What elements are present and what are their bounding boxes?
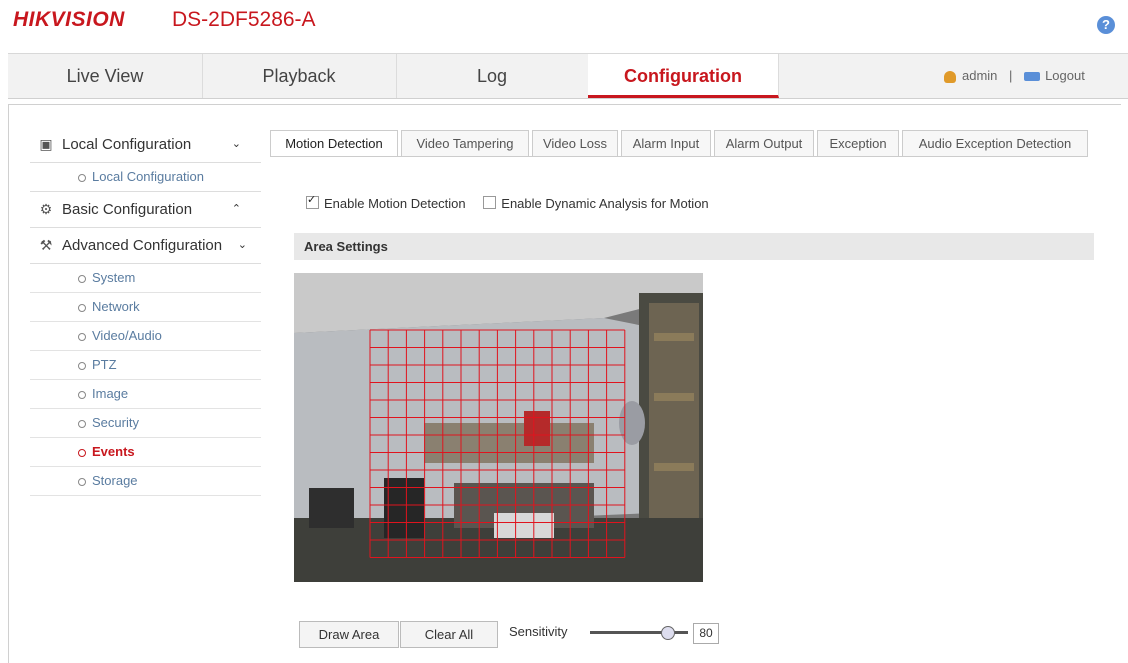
sidebar-section-label: Basic Configuration xyxy=(62,201,193,218)
video-scene xyxy=(294,273,703,582)
sidebar-item-label: Video/Audio xyxy=(92,328,162,343)
bullet-icon xyxy=(78,419,86,428)
sidebar-item-video-audio[interactable]: Video/Audio xyxy=(30,322,261,351)
sidebar-section-basic[interactable]: ⚙ Basic Configuration ⌃ xyxy=(30,192,261,228)
header: HIKVISION DS-2DF5286-A ? xyxy=(0,0,1128,40)
chevron-down-icon[interactable]: ⌄ xyxy=(232,127,241,162)
sensitivity-value[interactable]: 80 xyxy=(693,623,719,644)
draw-area-button[interactable]: Draw Area xyxy=(299,621,399,648)
sidebar-section-label: Advanced Configuration xyxy=(62,237,223,254)
video-preview[interactable] xyxy=(294,273,703,582)
chevron-up-icon[interactable]: ⌃ xyxy=(232,192,241,227)
user-box: admin | Logout xyxy=(944,54,1085,98)
user-icon xyxy=(944,70,956,83)
logout-icon[interactable] xyxy=(1024,72,1041,82)
question-icon[interactable]: ? xyxy=(1097,16,1115,34)
sidebar-section-local[interactable]: ▣ Local Configuration ⌄ xyxy=(30,127,261,163)
bullet-icon xyxy=(78,361,86,370)
hikvision-logo: HIKVISION xyxy=(13,8,125,31)
bullet-icon xyxy=(78,274,86,283)
sidebar-item-image[interactable]: Image xyxy=(30,380,261,409)
nav-separator: | xyxy=(1009,68,1013,83)
sidebar: ▣ Local Configuration ⌄ Local Configurati… xyxy=(30,127,261,496)
sidebar-item-label: PTZ xyxy=(92,357,117,372)
enable-dynamic-checkbox[interactable] xyxy=(483,196,497,209)
sidebar-item-label: Security xyxy=(92,415,139,430)
sidebar-item-label: Storage xyxy=(92,473,138,488)
wrench-icon: ⚒ xyxy=(39,237,53,253)
tab-configuration[interactable]: Configuration xyxy=(588,54,779,98)
bullet-icon xyxy=(78,303,86,312)
area-settings-header: Area Settings xyxy=(294,233,1094,260)
sidebar-item-label: Events xyxy=(92,444,135,459)
sidebar-item-label: System xyxy=(92,270,136,285)
sidebar-item-system[interactable]: System xyxy=(30,264,261,293)
chevron-down-icon[interactable]: ⌄ xyxy=(238,228,247,263)
clear-all-button[interactable]: Clear All xyxy=(400,621,498,648)
gear-icon: ⚙ xyxy=(39,201,53,217)
sidebar-item-network[interactable]: Network xyxy=(30,293,261,322)
sidebar-item-label: Local Configuration xyxy=(92,169,205,184)
sidebar-item-ptz[interactable]: PTZ xyxy=(30,351,261,380)
bullet-icon xyxy=(78,173,86,182)
sidebar-item-label: Image xyxy=(92,386,129,401)
tab-log[interactable]: Log xyxy=(396,54,589,98)
enable-motion-label[interactable]: Enable Motion Detection xyxy=(324,196,466,211)
tab-alarm-output[interactable]: Alarm Output xyxy=(714,130,814,156)
tab-playback[interactable]: Playback xyxy=(202,54,397,98)
bullet-icon xyxy=(78,390,86,399)
sensitivity-slider[interactable] xyxy=(590,626,688,640)
enable-dynamic-label[interactable]: Enable Dynamic Analysis for Motion xyxy=(501,196,708,211)
sidebar-item-events[interactable]: Events xyxy=(30,438,261,467)
tab-exception[interactable]: Exception xyxy=(817,130,899,156)
tab-motion-detection[interactable]: Motion Detection xyxy=(270,130,398,157)
username[interactable]: admin xyxy=(962,68,997,83)
sidebar-item-local-configuration[interactable]: Local Configuration xyxy=(30,163,261,192)
sidebar-item-storage[interactable]: Storage xyxy=(30,467,261,496)
tab-video-tampering[interactable]: Video Tampering xyxy=(401,130,529,156)
sensitivity-label: Sensitivity xyxy=(509,624,568,639)
device-model: DS-2DF5286-A xyxy=(172,8,316,31)
monitor-icon: ▣ xyxy=(39,136,53,152)
enable-motion-checkbox[interactable] xyxy=(306,193,319,209)
bullet-icon xyxy=(78,332,86,341)
sidebar-section-label: Local Configuration xyxy=(62,136,192,153)
area-settings-title: Area Settings xyxy=(304,239,388,254)
bullet-icon xyxy=(78,448,86,457)
tab-live-view[interactable]: Live View xyxy=(8,54,203,98)
logout-link[interactable]: Logout xyxy=(1045,68,1085,83)
bullet-icon xyxy=(78,477,86,486)
tab-audio-exception-detection[interactable]: Audio Exception Detection xyxy=(902,130,1088,156)
tab-alarm-input[interactable]: Alarm Input xyxy=(621,130,711,156)
top-nav: Live View Playback Log Configuration adm… xyxy=(8,53,1128,99)
tab-video-loss[interactable]: Video Loss xyxy=(532,130,618,156)
sidebar-item-label: Network xyxy=(92,299,140,314)
sidebar-item-security[interactable]: Security xyxy=(30,409,261,438)
sidebar-section-advanced[interactable]: ⚒ Advanced Configuration ⌄ xyxy=(30,228,261,264)
motion-options: Enable Motion Detection Enable Dynamic A… xyxy=(306,193,709,211)
tab-divider xyxy=(270,156,1088,157)
